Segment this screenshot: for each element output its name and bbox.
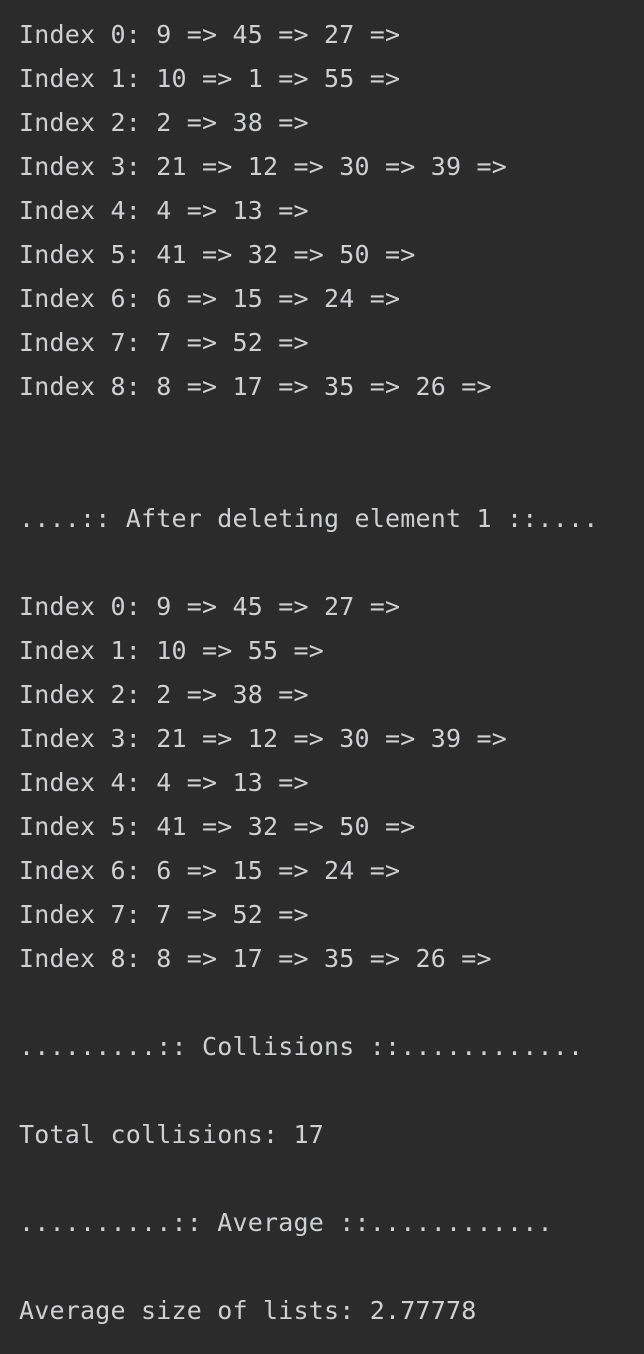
average-size-line: Average size of lists: 2.77778 bbox=[19, 1296, 477, 1325]
output-line-before-index-0: Index 0: 9 => 45 => 27 => bbox=[19, 20, 401, 49]
section-header-average: ..........:: Average ::............ bbox=[19, 1208, 553, 1237]
output-line-after-index-4: Index 4: 4 => 13 => bbox=[19, 768, 309, 797]
output-line-before-index-1: Index 1: 10 => 1 => 55 => bbox=[19, 64, 401, 93]
output-line-after-index-0: Index 0: 9 => 45 => 27 => bbox=[19, 592, 401, 621]
output-line-before-index-5: Index 5: 41 => 32 => 50 => bbox=[19, 240, 416, 269]
output-line-after-index-7: Index 7: 7 => 52 => bbox=[19, 900, 309, 929]
output-line-after-index-1: Index 1: 10 => 55 => bbox=[19, 636, 325, 665]
output-line-after-index-5: Index 5: 41 => 32 => 50 => bbox=[19, 812, 416, 841]
section-header-collisions: .........:: Collisions ::............ bbox=[19, 1032, 584, 1061]
output-line-after-index-2: Index 2: 2 => 38 => bbox=[19, 680, 309, 709]
output-line-before-index-6: Index 6: 6 => 15 => 24 => bbox=[19, 284, 401, 313]
output-line-after-index-6: Index 6: 6 => 15 => 24 => bbox=[19, 856, 401, 885]
output-line-after-index-8: Index 8: 8 => 17 => 35 => 26 => bbox=[19, 944, 492, 973]
console-output: Index 0: 9 => 45 => 27 => Index 1: 10 =>… bbox=[0, 0, 644, 1354]
output-line-before-index-4: Index 4: 4 => 13 => bbox=[19, 196, 309, 225]
output-line-after-index-3: Index 3: 21 => 12 => 30 => 39 => bbox=[19, 724, 508, 753]
section-header-after-delete: ....:: After deleting element 1 ::.... bbox=[19, 504, 599, 533]
output-line-before-index-2: Index 2: 2 => 38 => bbox=[19, 108, 309, 137]
output-line-before-index-7: Index 7: 7 => 52 => bbox=[19, 328, 309, 357]
total-collisions-line: Total collisions: 17 bbox=[19, 1120, 325, 1149]
output-line-before-index-8: Index 8: 8 => 17 => 35 => 26 => bbox=[19, 372, 492, 401]
output-line-before-index-3: Index 3: 21 => 12 => 30 => 39 => bbox=[19, 152, 508, 181]
